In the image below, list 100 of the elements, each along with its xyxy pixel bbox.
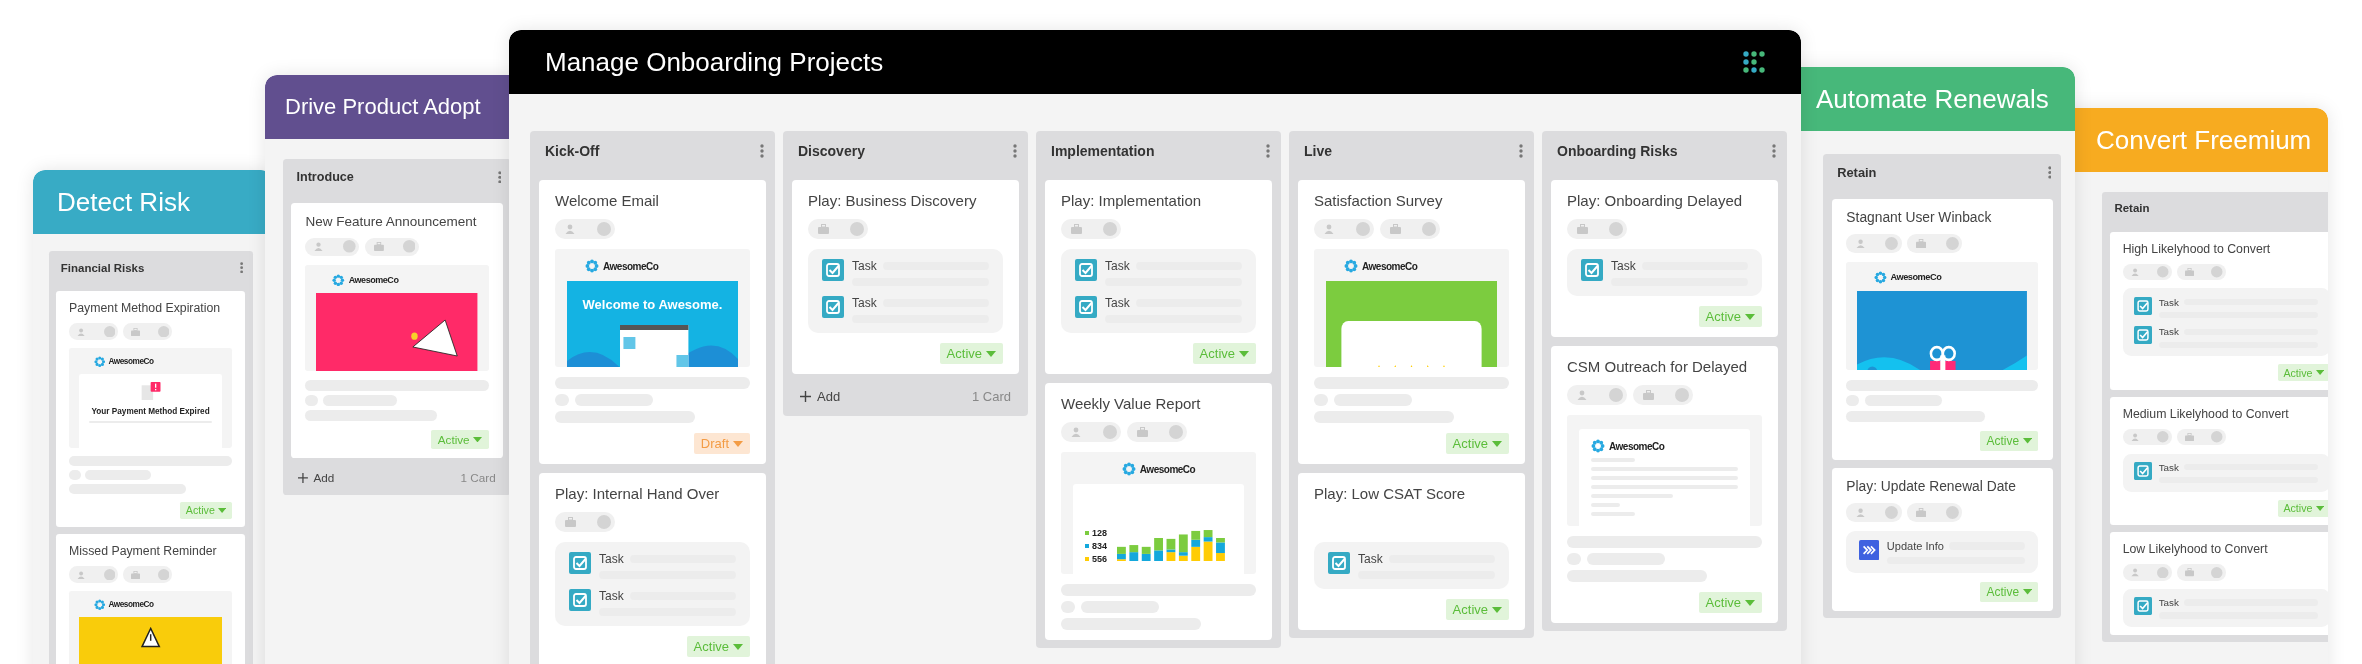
assignee-pill[interactable] [2122, 564, 2172, 581]
assignee-pill[interactable] [1127, 422, 1187, 442]
assignee-pill[interactable] [1567, 385, 1627, 405]
caret-icon [1239, 350, 1249, 357]
column-title: Retain [2114, 202, 2150, 215]
person-icon [1324, 224, 1334, 234]
legend-swatch-icon [1085, 544, 1089, 548]
play-card[interactable]: Payment Method Expiration AwesomeCo Your Payment Method Expired Active [55, 291, 246, 528]
play-card[interactable]: Weekly Value Report AwesomeCo 128 834 556 [1045, 383, 1272, 640]
assignee-pill[interactable] [1846, 503, 1902, 522]
checkbox-icon [2134, 326, 2153, 345]
play-card[interactable]: Play: Low CSAT Score Task Active [1298, 473, 1525, 630]
assignee-pill[interactable] [69, 566, 119, 583]
assignee-pill[interactable] [1846, 234, 1902, 253]
assignee-pill[interactable] [555, 219, 615, 239]
assignee-pill[interactable] [1633, 385, 1693, 405]
briefcase-icon [1643, 390, 1654, 400]
person-icon [1855, 507, 1865, 517]
column-title: Kick-Off [545, 143, 600, 159]
avatar-icon [1945, 505, 1959, 519]
assignee-pill[interactable] [69, 323, 119, 340]
assignee-pill[interactable] [123, 566, 173, 583]
avatar-icon [1885, 237, 1898, 250]
assignee-pill[interactable] [2176, 428, 2226, 446]
caret-icon [2315, 370, 2324, 376]
add-card-button[interactable]: Add [298, 471, 335, 485]
play-card[interactable]: Stagnant User Winback AwesomeCo Active [1831, 199, 2054, 460]
banner-headline: Welcome to Awesome. [581, 297, 724, 312]
flower-icon [332, 273, 346, 287]
person-icon [77, 570, 86, 579]
assignee-pill[interactable] [123, 323, 173, 340]
assignee-pill[interactable] [555, 512, 615, 532]
assignee-pill[interactable] [2176, 564, 2226, 581]
more-icon[interactable] [1772, 144, 1776, 158]
assignee-pill[interactable] [305, 237, 360, 256]
flower-icon [1344, 259, 1358, 273]
assignee-pill[interactable] [1567, 219, 1627, 239]
assignee-pill[interactable] [1907, 503, 1963, 522]
caret-icon [2022, 438, 2032, 444]
assignee-pill[interactable] [2176, 263, 2226, 281]
more-icon[interactable] [1266, 144, 1270, 158]
play-card[interactable]: Play: Implementation Task Task Active [1045, 180, 1272, 374]
play-card[interactable]: Welcome Email AwesomeCo Welcome to Awesome. Draft [539, 180, 766, 464]
play-card[interactable]: Play: Onboarding Delayed Task Active [1551, 180, 1778, 337]
more-icon[interactable] [497, 170, 502, 184]
caret-icon [733, 440, 743, 447]
flower-icon [1591, 439, 1605, 453]
window-title: Detect Risk [57, 186, 190, 218]
more-icon[interactable] [2047, 165, 2052, 179]
assignee-pill[interactable] [1380, 219, 1440, 239]
briefcase-icon [1577, 224, 1588, 234]
logo-text: AwesomeCo [348, 275, 399, 285]
column-title: Financial Risks [60, 261, 145, 274]
assignee-pill[interactable] [2122, 263, 2172, 281]
card-title: Play: Onboarding Delayed [1567, 192, 1744, 209]
checkbox-icon [1075, 259, 1097, 281]
caret-icon [473, 436, 483, 443]
card-count: 1 Card [971, 389, 1011, 404]
assignee-pill[interactable] [1061, 422, 1121, 442]
flower-icon [93, 599, 106, 611]
play-card[interactable]: CSM Outreach for Delayed AwesomeCo Active [1551, 346, 1778, 623]
checkbox-icon [2134, 461, 2153, 480]
avatar-icon [850, 222, 864, 236]
avatar-icon [343, 240, 356, 253]
avatar-icon [1675, 388, 1689, 402]
person-icon [2130, 568, 2139, 577]
play-card[interactable]: High Likelyhood to Convert Task Task Active [2109, 231, 2328, 390]
caret-icon [1745, 313, 1755, 320]
assignee-pill[interactable] [364, 237, 419, 256]
briefcase-icon [1390, 224, 1401, 234]
briefcase-icon [2184, 568, 2194, 577]
caret-icon [1745, 599, 1755, 606]
play-card[interactable]: Missed Payment Reminder AwesomeCo [55, 534, 246, 664]
play-card[interactable]: Medium Likelyhood to Convert Task Active [2109, 396, 2328, 525]
more-icon[interactable] [1013, 144, 1017, 158]
plus-icon [800, 391, 811, 402]
add-card-button[interactable]: Add [800, 389, 841, 404]
play-card[interactable]: Low Likelyhood to Convert Task [2109, 532, 2328, 635]
person-icon [565, 224, 575, 234]
avatar-icon [1422, 222, 1436, 236]
window-title: Manage Onboarding Projects [545, 46, 884, 78]
task-label: Task [1611, 259, 1636, 273]
more-icon[interactable] [240, 261, 244, 274]
assignee-pill[interactable] [808, 219, 868, 239]
play-card[interactable]: Play: Business Discovery Task Task Active [792, 180, 1019, 374]
briefcase-icon [131, 327, 141, 336]
task-label: Task [852, 296, 877, 310]
more-icon[interactable] [1519, 144, 1523, 158]
task-label: Task [2158, 461, 2179, 473]
assignee-pill[interactable] [1314, 219, 1374, 239]
assignee-pill[interactable] [1907, 234, 1963, 253]
briefcase-icon [2184, 267, 2194, 277]
play-card[interactable]: Play: Internal Hand Over Task Task Active [539, 473, 766, 664]
more-icon[interactable] [760, 144, 764, 158]
assignee-pill[interactable] [1061, 219, 1121, 239]
play-card[interactable]: Satisfaction Survey AwesomeCo Active [1298, 180, 1525, 464]
play-card[interactable]: New Feature Announcement AwesomeCo Active [291, 202, 503, 458]
play-card[interactable]: Play: Update Renewal Date Update Info Active [1831, 468, 2054, 611]
logo-text: AwesomeCo [108, 600, 154, 610]
assignee-pill[interactable] [2122, 428, 2172, 446]
